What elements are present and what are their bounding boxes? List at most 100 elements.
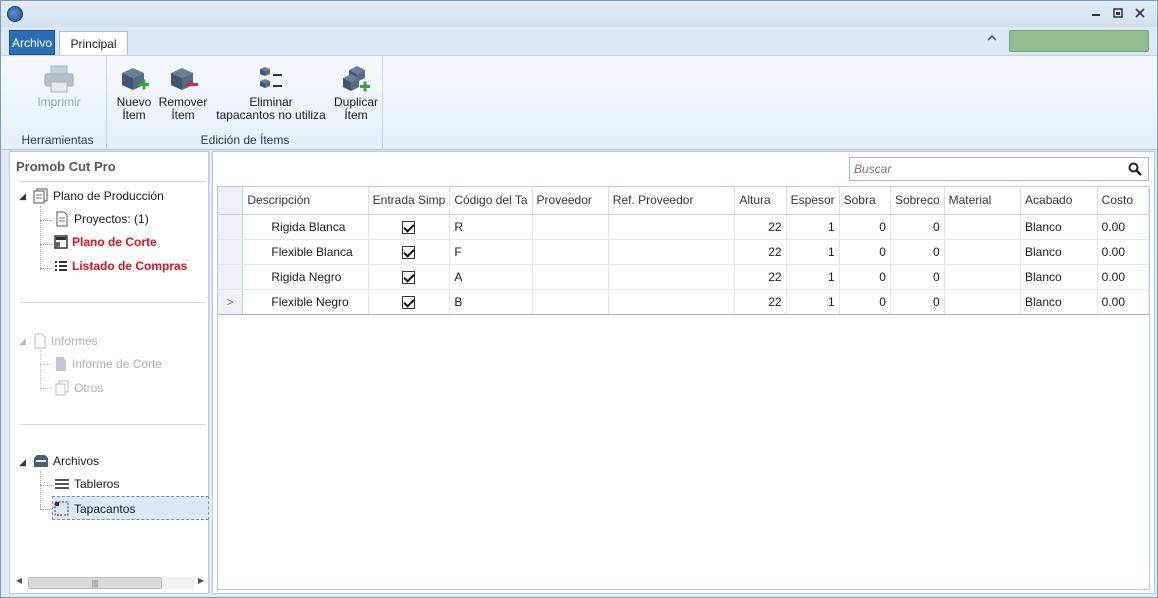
checkbox-checked-icon[interactable] xyxy=(402,220,416,234)
close-button[interactable] xyxy=(1131,5,1149,21)
nuevo-item-button[interactable]: Nuevo Ítem xyxy=(114,62,154,122)
remover-item-button[interactable]: Remover Ítem xyxy=(158,62,208,122)
cell-proveedor[interactable] xyxy=(532,214,609,240)
scroll-left-icon[interactable]: ◀ xyxy=(16,576,22,585)
cell-descripcion[interactable]: Flexible Blanca xyxy=(242,239,369,265)
cell-material[interactable] xyxy=(944,288,1022,315)
cell-entrada-checkbox[interactable] xyxy=(368,214,451,240)
cell-ref-proveedor[interactable] xyxy=(608,214,736,240)
search-input[interactable] xyxy=(850,158,1120,180)
table-row[interactable]: Flexible Blanca F 22 1 0 0 Blanco 0.00 xyxy=(218,239,1150,265)
cell-sobra[interactable]: 0 xyxy=(839,264,891,290)
cell-proveedor[interactable] xyxy=(532,288,609,315)
expand-informes-toggle[interactable]: ◢ xyxy=(19,336,26,347)
column-header[interactable]: Ref. Proveedor xyxy=(608,187,736,215)
cell-sobreco[interactable]: 0 xyxy=(890,264,945,290)
cell-acabado[interactable]: Blanco xyxy=(1020,264,1098,290)
column-header[interactable]: Costo xyxy=(1097,187,1150,215)
row-header[interactable] xyxy=(218,214,244,240)
cell-codigo[interactable]: A xyxy=(449,264,533,290)
cell-costo[interactable]: 0.00 xyxy=(1097,288,1150,315)
cell-material[interactable] xyxy=(944,264,1022,290)
cell-sobreco[interactable]: 0 xyxy=(890,239,945,265)
tree-node-tapacantos[interactable]: Tapacantos xyxy=(54,501,135,517)
cell-descripcion[interactable]: Rigida Negro xyxy=(242,264,369,290)
cell-costo[interactable]: 0.00 xyxy=(1097,264,1150,290)
checkbox-checked-icon[interactable] xyxy=(402,295,416,309)
table-row-current[interactable]: > Flexible Negro B 22 1 0 0 Blanco 0.00 xyxy=(218,288,1150,315)
cell-material[interactable] xyxy=(944,239,1022,265)
scroll-thumb[interactable]: ||| xyxy=(28,577,162,589)
cell-acabado[interactable]: Blanco xyxy=(1020,239,1098,265)
column-header[interactable]: Sobra xyxy=(839,187,891,215)
cell-costo[interactable]: 0.00 xyxy=(1097,214,1150,240)
current-row-marker[interactable]: > xyxy=(218,288,244,315)
cell-sobra[interactable]: 0 xyxy=(839,214,891,240)
tree-node-otros[interactable]: Otros xyxy=(54,380,103,396)
column-header[interactable]: Material xyxy=(944,187,1022,215)
app-logo-icon[interactable] xyxy=(7,6,23,22)
column-header[interactable]: Espesor xyxy=(786,187,840,215)
search-icon[interactable] xyxy=(1128,162,1142,179)
cell-espesor[interactable]: 1 xyxy=(786,239,840,265)
tab-principal[interactable]: Principal xyxy=(59,31,128,55)
checkbox-checked-icon[interactable] xyxy=(402,245,416,259)
expand-archivos-toggle[interactable]: ◢ xyxy=(19,457,26,468)
tree-node-archivos[interactable]: Archivos xyxy=(33,454,99,468)
column-header[interactable]: Sobreco xyxy=(890,187,945,215)
cell-ref-proveedor[interactable] xyxy=(608,264,736,290)
row-header[interactable] xyxy=(218,264,244,290)
column-header[interactable]: Acabado xyxy=(1020,187,1098,215)
cell-costo[interactable]: 0.00 xyxy=(1097,239,1150,265)
collapse-ribbon-button[interactable] xyxy=(984,32,1000,48)
search-box[interactable] xyxy=(849,157,1149,181)
cell-altura[interactable]: 22 xyxy=(734,239,787,265)
cell-codigo[interactable]: F xyxy=(449,239,533,265)
cell-espesor[interactable]: 1 xyxy=(786,214,840,240)
restore-button[interactable] xyxy=(1109,5,1127,21)
cell-altura[interactable]: 22 xyxy=(734,214,787,240)
tree-node-informes[interactable]: Informes xyxy=(33,333,98,349)
column-header[interactable]: Proveedor xyxy=(532,187,609,215)
imprimir-button[interactable]: Imprimir xyxy=(37,62,81,109)
tab-archivo[interactable]: Archivo xyxy=(9,30,55,55)
cell-sobra[interactable]: 0 xyxy=(839,288,891,315)
cell-sobreco[interactable]: 0 xyxy=(890,214,945,240)
cell-proveedor[interactable] xyxy=(532,264,609,290)
scroll-right-icon[interactable]: ▶ xyxy=(198,576,204,585)
tree-node-tableros[interactable]: Tableros xyxy=(54,477,119,491)
cell-espesor[interactable]: 1 xyxy=(786,264,840,290)
cell-espesor[interactable]: 1 xyxy=(786,288,840,315)
cell-altura[interactable]: 22 xyxy=(734,264,787,290)
cell-codigo[interactable]: B xyxy=(449,288,533,315)
tree-node-informe-corte[interactable]: Informe de Corte xyxy=(54,356,162,372)
eliminar-tapacantos-button[interactable]: Eliminar tapacantos no utiliza xyxy=(214,62,328,122)
cell-entrada-checkbox[interactable] xyxy=(368,288,451,315)
cell-entrada-checkbox[interactable] xyxy=(368,239,451,265)
column-header[interactable]: Descripción xyxy=(242,187,369,215)
column-header[interactable]: Entrada Simp xyxy=(368,187,451,215)
cell-acabado[interactable]: Blanco xyxy=(1020,214,1098,240)
checkbox-checked-icon[interactable] xyxy=(402,270,416,284)
tree-node-proyectos[interactable]: Proyectos: (1) xyxy=(54,211,149,227)
cell-codigo[interactable]: R xyxy=(449,214,533,240)
expand-plano-toggle[interactable]: ◢ xyxy=(19,191,26,202)
minimize-button[interactable] xyxy=(1087,5,1105,21)
duplicar-item-button[interactable]: Duplicar Ítem xyxy=(332,62,380,122)
cell-sobreco[interactable]: 0 xyxy=(890,288,945,315)
cell-entrada-checkbox[interactable] xyxy=(368,264,451,290)
cell-proveedor[interactable] xyxy=(532,239,609,265)
cell-material[interactable] xyxy=(944,214,1022,240)
cell-descripcion[interactable]: Rigida Blanca xyxy=(242,214,369,240)
table-row[interactable]: Rigida Blanca R 22 1 0 0 Blanco 0.00 xyxy=(218,214,1150,240)
cell-ref-proveedor[interactable] xyxy=(608,239,736,265)
row-header[interactable] xyxy=(218,239,244,265)
column-header[interactable]: Código del Ta xyxy=(449,187,533,215)
tree-node-listado-compras[interactable]: Listado de Compras xyxy=(54,259,187,273)
tree-horizontal-scrollbar[interactable]: ◀ ||| ▶ xyxy=(16,576,206,590)
table-row[interactable]: Rigida Negro A 22 1 0 0 Blanco 0.00 xyxy=(218,264,1150,290)
column-header[interactable]: Altura xyxy=(734,187,787,215)
cell-sobra[interactable]: 0 xyxy=(839,239,891,265)
cell-ref-proveedor[interactable] xyxy=(608,288,736,315)
tree-node-plano-corte[interactable]: Plano de Corte xyxy=(54,235,157,249)
